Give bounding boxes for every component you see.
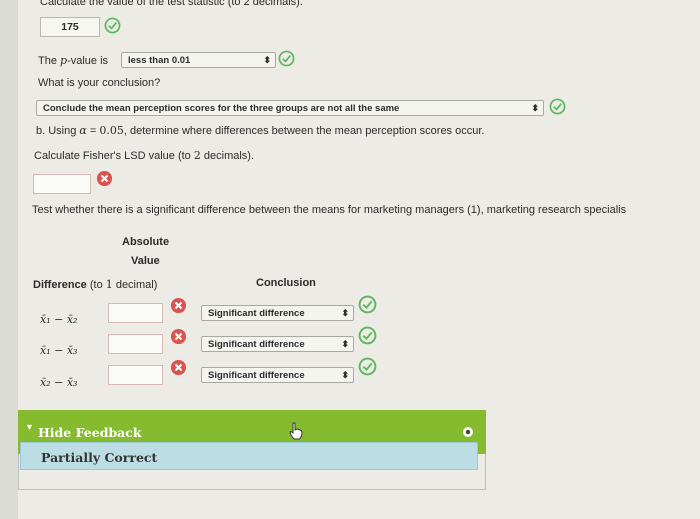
select-arrows-icon: ⬍ xyxy=(341,308,349,318)
correct-check-icon xyxy=(278,50,295,67)
table-row-diff: x̄₂ − x̄₃ xyxy=(40,376,78,389)
conclusion-row-selected: Significant difference xyxy=(208,308,305,319)
incorrect-x-icon xyxy=(96,170,113,187)
pvalue-label-suffix: -value is xyxy=(67,55,109,67)
correct-check-icon xyxy=(358,326,377,345)
incorrect-x-icon xyxy=(170,359,187,376)
header-absolute: Absolute xyxy=(122,236,170,248)
lsd-prompt-a: Calculate Fisher's LSD value (to xyxy=(34,150,194,162)
part-b-suffix: , determine where differences between th… xyxy=(123,125,485,137)
table-row-diff: x̄₁ − x̄₂ xyxy=(40,313,78,326)
toggle-dot-icon xyxy=(463,427,473,437)
header-value: Value xyxy=(131,255,160,267)
alpha-value: 0.05 xyxy=(99,124,124,137)
incorrect-x-icon xyxy=(170,297,187,314)
header-difference: Difference (to 1 decimal) xyxy=(33,278,157,291)
lsd-prompt: Calculate Fisher's LSD value (to 2 decim… xyxy=(34,149,254,162)
lsd-prompt-b: decimals). xyxy=(200,150,255,162)
test-difference-text: Test whether there is a significant diff… xyxy=(32,204,627,216)
conclusion-row-selected: Significant difference xyxy=(208,370,305,381)
abs-value-input[interactable] xyxy=(108,334,163,354)
feedback-status: Partially Correct xyxy=(20,442,478,470)
conclusion-selected: Conclude the mean perception scores for … xyxy=(43,103,400,114)
test-statistic-instruction: Calculate the value of the test statisti… xyxy=(40,0,303,8)
hide-feedback-label: Hide Feedback xyxy=(38,425,142,440)
pointer-hand-icon xyxy=(289,422,303,440)
part-b-prefix: b. Using xyxy=(36,125,80,137)
pvalue-p-symbol: p xyxy=(60,54,68,67)
assignment-page: Calculate the value of the test statisti… xyxy=(18,0,700,519)
header-difference-note-num: 1 xyxy=(105,278,113,291)
header-difference-note-a: (to xyxy=(89,279,106,291)
select-arrows-icon: ⬍ xyxy=(531,103,539,113)
abs-value-input[interactable] xyxy=(108,365,163,385)
correct-check-icon xyxy=(549,98,566,115)
table-row-diff: x̄₁ − x̄₃ xyxy=(40,344,78,357)
select-arrows-icon: ⬍ xyxy=(341,370,349,380)
header-conclusion: Conclusion xyxy=(256,277,316,289)
conclusion-row-select[interactable]: Significant difference ⬍ xyxy=(201,367,354,383)
correct-check-icon xyxy=(104,17,121,34)
pvalue-selected: less than 0.01 xyxy=(128,55,191,66)
header-difference-note-b: decimal) xyxy=(112,279,158,291)
alpha-symbol: α xyxy=(79,124,87,137)
feedback-status-label: Partially Correct xyxy=(41,450,158,465)
pvalue-label: The p-value is xyxy=(38,54,108,67)
conclusion-row-select[interactable]: Significant difference ⬍ xyxy=(201,305,354,321)
incorrect-x-icon xyxy=(170,328,187,345)
lsd-input[interactable] xyxy=(33,174,91,194)
test-statistic-answer[interactable]: 175 xyxy=(40,17,100,37)
pvalue-label-prefix: The xyxy=(38,55,61,67)
correct-check-icon xyxy=(358,295,377,314)
abs-value-input[interactable] xyxy=(108,303,163,323)
select-arrows-icon: ⬍ xyxy=(263,55,271,65)
header-difference-label: Difference xyxy=(33,279,87,291)
conclusion-question: What is your conclusion? xyxy=(38,77,161,89)
caret-down-icon: ▼ xyxy=(25,422,34,432)
equals-sign: = xyxy=(86,125,100,137)
part-b-instruction: b. Using α = 0.05, determine where diffe… xyxy=(36,124,484,137)
conclusion-row-select[interactable]: Significant difference ⬍ xyxy=(201,336,354,352)
select-arrows-icon: ⬍ xyxy=(341,339,349,349)
pvalue-select[interactable]: less than 0.01 ⬍ xyxy=(121,52,276,68)
correct-check-icon xyxy=(358,357,377,376)
conclusion-select[interactable]: Conclude the mean perception scores for … xyxy=(36,100,544,116)
lsd-prompt-num: 2 xyxy=(193,149,201,162)
conclusion-row-selected: Significant difference xyxy=(208,339,305,350)
